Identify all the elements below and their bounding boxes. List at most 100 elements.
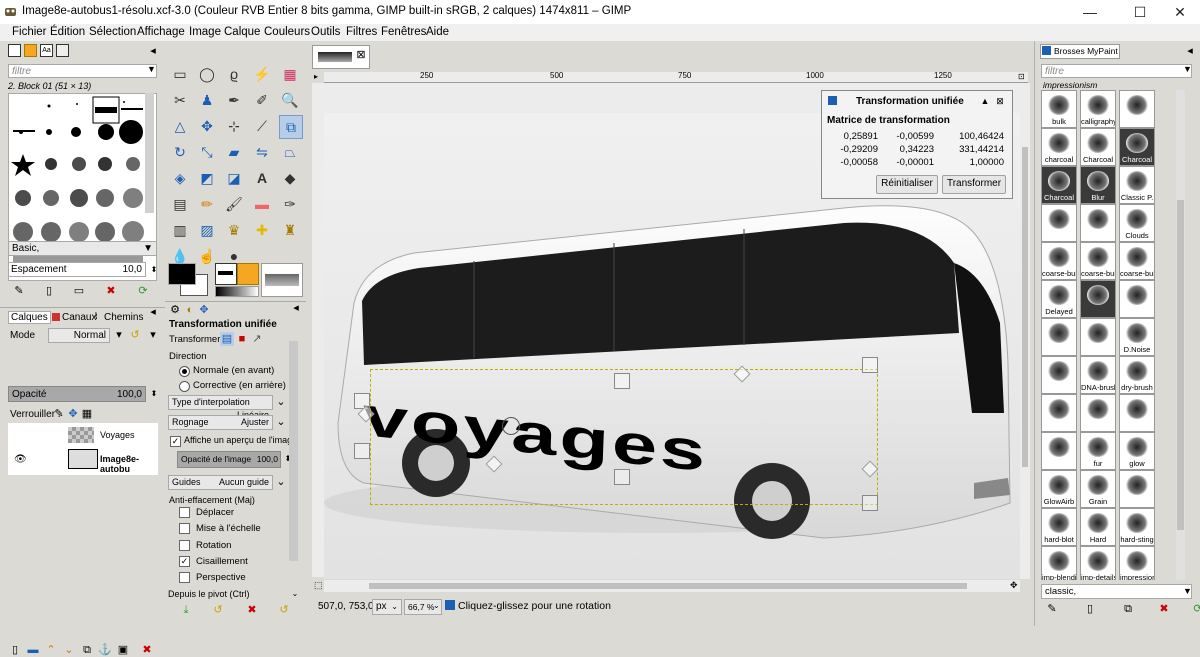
new-brush-icon[interactable]: ▯ — [42, 284, 56, 298]
menu-edition[interactable]: Édition — [50, 26, 85, 38]
mypaint-scroll-thumb[interactable] — [1177, 200, 1184, 530]
handle-transform-icon[interactable]: ◪ — [223, 167, 245, 189]
mypaint-brush-item[interactable]: imp-blending — [1041, 546, 1077, 580]
transform-handle[interactable] — [862, 495, 878, 511]
mypaint-brush-item[interactable]: Classic P. — [1119, 166, 1155, 204]
maximize-button[interactable]: ☐ — [1118, 0, 1162, 24]
mypaint-brush-item[interactable]: bulk — [1041, 90, 1077, 128]
layer-opacity-slider[interactable]: Opacité 100,0 — [8, 386, 146, 402]
foreground-select-icon[interactable]: ♟ — [196, 89, 218, 111]
image-preview[interactable] — [261, 263, 303, 297]
brush-filter-input[interactable]: filtre — [8, 64, 157, 78]
delete-layer-icon[interactable]: ✖ — [140, 643, 154, 657]
brushes-tab-icon[interactable] — [8, 44, 21, 57]
duplicate-layer-icon[interactable]: ⧉ — [80, 643, 94, 657]
mypaint-brush-item[interactable] — [1041, 204, 1077, 242]
delete-brush-icon[interactable]: ✖ — [104, 284, 118, 298]
mypaint-brush-item[interactable]: coarse-bulk-3 — [1119, 242, 1155, 280]
scissors-icon[interactable]: ✂ — [169, 89, 191, 111]
menu-couleurs[interactable]: Couleurs — [264, 26, 310, 38]
opacity-stepper[interactable]: ⬍ — [147, 387, 161, 401]
mypaint-brush-item[interactable] — [1080, 394, 1116, 432]
mypaint-brush-item[interactable]: Blur — [1080, 166, 1116, 204]
tab-paths[interactable]: Chemins — [104, 312, 143, 323]
perspective-clone-icon[interactable]: ♜ — [279, 219, 301, 241]
eye-visibility-icon[interactable]: 👁 — [14, 454, 27, 465]
transform-handle[interactable] — [614, 469, 630, 485]
minimize-button[interactable]: — — [1068, 0, 1112, 24]
move-icon[interactable]: ✥ — [196, 115, 218, 137]
new-brush-icon[interactable]: ▯ — [1083, 602, 1097, 616]
ellipse-select-icon[interactable]: ◯ — [196, 63, 218, 85]
transform-path-icon[interactable]: ↗ — [250, 332, 264, 346]
delete-options-icon[interactable]: ✖ — [245, 603, 259, 617]
mypaint-brush-item[interactable]: hard-blot — [1041, 508, 1077, 546]
transform-handle[interactable] — [354, 443, 370, 459]
transform-selection-icon[interactable]: ■ — [235, 332, 249, 346]
horizontal-scroll-thumb[interactable] — [369, 583, 967, 589]
edit-brush-icon[interactable]: ✎ — [12, 284, 26, 298]
tool-options-tab-icon[interactable]: ⚙ — [168, 303, 182, 317]
anchor-layer-icon[interactable]: ⚓ — [98, 643, 112, 657]
device-status-tab-icon[interactable]: ◐ — [183, 303, 197, 317]
horizontal-ruler[interactable]: 250 500 750 1000 1250 — [324, 71, 1028, 83]
quick-mask-icon[interactable]: ⬚ — [314, 580, 323, 591]
reset-button[interactable]: Réinitialiser — [876, 175, 938, 194]
align-icon[interactable]: ⊹ — [223, 115, 245, 137]
opt-move-row[interactable]: Déplacer — [179, 507, 234, 518]
radio-corrective[interactable] — [179, 381, 190, 392]
menu-filtres[interactable]: Filtres — [346, 26, 377, 38]
eraser-icon[interactable]: ▬ — [251, 193, 273, 215]
lock-pixels-icon[interactable]: ✎ — [52, 407, 66, 421]
refresh-brushes-icon[interactable]: ⟳ — [1191, 602, 1200, 616]
horizontal-scrollbar[interactable] — [324, 580, 1020, 592]
cage-icon[interactable]: ◈ — [169, 167, 191, 189]
mypaint-brush-item[interactable] — [1041, 318, 1077, 356]
mypaint-brush-item[interactable] — [1119, 90, 1155, 128]
mypaint-preset-field[interactable]: classic, — [1041, 584, 1192, 599]
spacing-stepper[interactable]: ⬍ — [147, 263, 161, 277]
text-tool-icon[interactable]: A — [251, 167, 273, 189]
undo-history-tab-icon[interactable]: ✥ — [197, 303, 211, 317]
vertical-scrollbar[interactable] — [1020, 83, 1030, 579]
opt-shear-checkbox[interactable]: ✓ — [179, 556, 190, 567]
airbrush-icon[interactable]: ✑ — [279, 193, 301, 215]
interpolation-select[interactable]: Type d'interpolationLinéaire — [168, 395, 273, 420]
mypaint-brush-item[interactable]: imp-details — [1080, 546, 1116, 580]
mypaint-brush-icon[interactable]: ▨ — [196, 219, 218, 241]
lock-alpha-icon[interactable]: ▦ — [80, 407, 94, 421]
tab-mypaint-brushes[interactable]: Brosses MyPaint — [1040, 44, 1120, 59]
tool-options-scrollbar[interactable] — [289, 341, 298, 561]
mypaint-brush-item[interactable] — [1080, 204, 1116, 242]
mask-layer-icon[interactable]: ▣ — [116, 643, 130, 657]
layer-group-icon[interactable]: ▬ — [26, 643, 40, 657]
dock-menu-icon[interactable]: ◂ — [1183, 44, 1197, 58]
mypaint-brush-item[interactable]: Delayed — [1041, 280, 1077, 318]
unified-transform-icon[interactable]: ⧉ — [279, 115, 303, 139]
mypaint-brush-item[interactable] — [1041, 356, 1077, 394]
tab-channels[interactable]: Canaux — [62, 312, 96, 323]
mypaint-brush-item[interactable]: DNA-brush — [1080, 356, 1116, 394]
gradient-preview[interactable] — [215, 286, 259, 297]
perspective-icon[interactable]: ⏢ — [279, 141, 301, 163]
mypaint-brush-item[interactable]: coarse-bulk-1 — [1041, 242, 1077, 280]
opt-perspective-checkbox[interactable] — [179, 572, 190, 583]
menu-selection[interactable]: Sélection — [89, 26, 136, 38]
free-select-icon[interactable]: ϱ — [223, 63, 245, 85]
mypaint-brush-item[interactable] — [1041, 394, 1077, 432]
mypaint-brush-item[interactable]: Charcoal — [1080, 128, 1116, 166]
clone-icon[interactable]: ♛ — [223, 219, 245, 241]
ruler-corner-icon[interactable]: ▸ — [314, 72, 318, 81]
menu-affichage[interactable]: Affichage — [137, 26, 185, 38]
crop-icon[interactable]: ⟋ — [251, 115, 273, 137]
zoom-icon[interactable]: 🔍 — [279, 89, 301, 111]
brush-grid-scrollbar[interactable] — [145, 93, 154, 213]
refresh-brushes-icon[interactable]: ⟳ — [136, 284, 150, 298]
radio-normal[interactable] — [179, 366, 190, 377]
chevron-down-icon[interactable]: ⌄ — [288, 587, 302, 601]
mypaint-brush-grid[interactable]: bulk calligraphy charcoal Charcoal Charcoal C… — [1041, 90, 1165, 580]
opt-perspective-row[interactable]: Perspective — [179, 572, 246, 583]
mypaint-brush-item[interactable]: charcoal — [1041, 128, 1077, 166]
reset-options-icon[interactable]: ↺ — [277, 603, 291, 617]
rotate-icon[interactable]: ↻ — [169, 141, 191, 163]
